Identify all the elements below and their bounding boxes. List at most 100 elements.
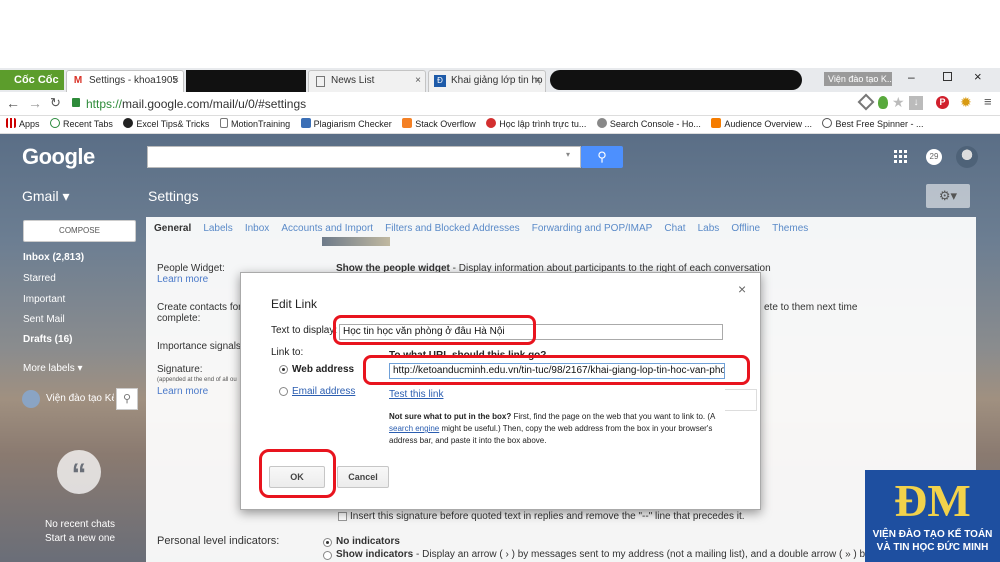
search-engine-link[interactable]: search engine xyxy=(389,424,439,433)
nav-sent[interactable]: Sent Mail xyxy=(23,314,65,325)
bookmark-recent-tabs[interactable]: Recent Tabs xyxy=(50,116,113,133)
menu-icon[interactable]: ≡ xyxy=(984,94,992,109)
tab-accounts[interactable]: Accounts and Import xyxy=(281,223,373,234)
cancel-button[interactable]: Cancel xyxy=(337,466,389,488)
address-bar-row: ← → ↻ https://mail.google.com/mail/u/0/#… xyxy=(0,92,1000,116)
tab-filters[interactable]: Filters and Blocked Addresses xyxy=(385,223,520,234)
web-address-radio[interactable] xyxy=(279,365,288,374)
email-address-radio[interactable] xyxy=(279,387,288,396)
tab-news-list[interactable]: News List × xyxy=(308,70,426,92)
hangouts-quote-icon: “ xyxy=(57,450,101,494)
page-icon xyxy=(316,76,325,87)
back-icon[interactable]: ← xyxy=(6,95,20,111)
page-title: Settings xyxy=(148,188,199,204)
bookmark-plagiarism[interactable]: Plagiarism Checker xyxy=(300,116,392,133)
site-icon xyxy=(486,118,497,128)
start-new-chat-link[interactable]: Start a new one xyxy=(45,533,115,544)
tab-labs[interactable]: Labs xyxy=(698,223,720,234)
signature-learn-more[interactable]: Learn more xyxy=(157,386,208,397)
close-window-icon[interactable]: × xyxy=(974,69,982,84)
tab-general[interactable]: General xyxy=(154,223,191,234)
show-indicators-option: Show indicators - Display an arrow ( › )… xyxy=(336,549,866,560)
help-text: Not sure what to put in the box? First, … xyxy=(389,411,727,447)
tab-inbox[interactable]: Inbox xyxy=(245,223,269,234)
pinterest-icon[interactable]: P xyxy=(936,96,949,109)
watermark-monogram: ĐM xyxy=(894,475,971,526)
gear-extension-icon[interactable]: ✹ xyxy=(960,94,972,111)
show-indicators-radio[interactable] xyxy=(323,551,332,560)
people-widget-learn-more[interactable]: Learn more xyxy=(157,274,208,285)
bookmark-hoc-lap-trinh[interactable]: Học lập trình trực tu... xyxy=(486,116,586,133)
highlight-ring xyxy=(333,315,536,345)
dialog-close-icon[interactable]: × xyxy=(738,281,746,297)
email-address-label[interactable]: Email address xyxy=(292,386,355,397)
coccoc-logo-text: Cốc Cốc xyxy=(14,74,59,86)
search-button[interactable]: ⚲ xyxy=(581,146,623,168)
tab-gmail-settings[interactable]: M Settings - khoa1905 × xyxy=(66,70,184,92)
nav-starred[interactable]: Starred xyxy=(23,273,56,284)
bookmarks-bar: Apps Recent Tabs Excel Tips& Tricks Moti… xyxy=(0,116,1000,134)
tab-label: News List xyxy=(331,75,375,86)
dialog-title: Edit Link xyxy=(271,297,318,311)
notifications-badge[interactable]: 29 xyxy=(926,149,942,165)
chat-user-name[interactable]: Viện đào tạo Kế xyxy=(46,393,114,404)
bookmark-excel-tips[interactable]: Excel Tips& Tricks xyxy=(123,116,209,133)
bookmark-motiontraining[interactable]: MotionTraining xyxy=(219,116,290,133)
no-indicators-radio[interactable] xyxy=(323,538,332,547)
bookmark-label: Học lập trình trực tu... xyxy=(499,119,587,129)
test-link[interactable]: Test this link xyxy=(389,389,443,400)
url-field[interactable]: https://mail.google.com/mail/u/0/#settin… xyxy=(86,95,826,113)
tab-themes[interactable]: Themes xyxy=(772,223,808,234)
nav-important[interactable]: Important xyxy=(23,294,65,305)
star-icon[interactable]: ★ xyxy=(892,94,905,111)
url-protocol: https:// xyxy=(86,97,123,111)
tab-labels[interactable]: Labels xyxy=(203,223,232,234)
tab-khai-giang[interactable]: Đ Khai giảng lớp tin họ × xyxy=(428,70,546,92)
search-icon: ⚲ xyxy=(597,149,607,164)
tab-label: Khai giảng lớp tin họ xyxy=(451,75,543,86)
minimize-icon[interactable]: – xyxy=(908,70,915,84)
analytics-icon xyxy=(711,118,722,128)
reload-icon[interactable]: ↻ xyxy=(50,95,61,111)
coccoc-logo[interactable]: Cốc Cốc xyxy=(0,70,64,90)
chat-search-button[interactable]: ⚲ xyxy=(116,388,138,410)
coccoc-ext-icon[interactable] xyxy=(878,96,888,109)
close-icon[interactable]: × xyxy=(415,71,421,91)
bookmark-search-console[interactable]: Search Console - Ho... xyxy=(596,116,701,133)
insert-signature-checkbox[interactable] xyxy=(338,512,347,521)
site-icon xyxy=(300,118,311,128)
profile-chip-label: Viện đào tạo K... xyxy=(828,74,892,84)
bookmark-apps[interactable]: Apps xyxy=(6,116,40,133)
close-icon[interactable]: × xyxy=(173,71,179,91)
search-input[interactable] xyxy=(147,146,581,168)
avatar[interactable] xyxy=(956,146,978,168)
bookmark-audience[interactable]: Audience Overview ... xyxy=(711,116,812,133)
cancel-label: Cancel xyxy=(348,472,378,482)
compose-button[interactable]: COMPOSE xyxy=(23,220,136,242)
settings-gear-button[interactable]: ⚙▾ xyxy=(926,184,970,208)
apps-grid-icon[interactable] xyxy=(894,150,907,163)
profile-chip[interactable]: Viện đào tạo K... xyxy=(824,72,892,86)
search-options-icon[interactable]: ▾ xyxy=(566,150,570,159)
tab-offline[interactable]: Offline xyxy=(731,223,760,234)
nav-more-labels[interactable]: More labels ▾ xyxy=(23,363,83,374)
download-icon[interactable]: ↓ xyxy=(909,96,923,110)
close-icon[interactable]: × xyxy=(535,71,541,91)
lock-icon xyxy=(72,98,80,107)
browser-tab-bar: Cốc Cốc M Settings - khoa1905 × News Lis… xyxy=(0,68,1000,92)
nav-drafts[interactable]: Drafts (16) xyxy=(23,334,72,345)
bookmark-label: Excel Tips& Tricks xyxy=(136,119,210,129)
settings-tabs: General Labels Inbox Accounts and Import… xyxy=(154,222,817,234)
gmail-app-switcher[interactable]: Gmail ▾ xyxy=(22,188,69,205)
page-icon xyxy=(219,118,228,128)
web-address-label[interactable]: Web address xyxy=(292,364,354,375)
stackoverflow-icon xyxy=(402,118,413,128)
bookmark-stackoverflow[interactable]: Stack Overflow xyxy=(402,116,476,133)
extension-icon[interactable] xyxy=(857,93,875,111)
tab-forwarding[interactable]: Forwarding and POP/IMAP xyxy=(532,223,653,234)
bookmark-spinner[interactable]: Best Free Spinner - ... xyxy=(822,116,924,133)
nav-inbox[interactable]: Inbox (2,813) xyxy=(23,252,84,263)
forward-icon[interactable]: → xyxy=(28,95,42,111)
tab-chat[interactable]: Chat xyxy=(664,223,685,234)
maximize-icon[interactable] xyxy=(943,72,952,81)
